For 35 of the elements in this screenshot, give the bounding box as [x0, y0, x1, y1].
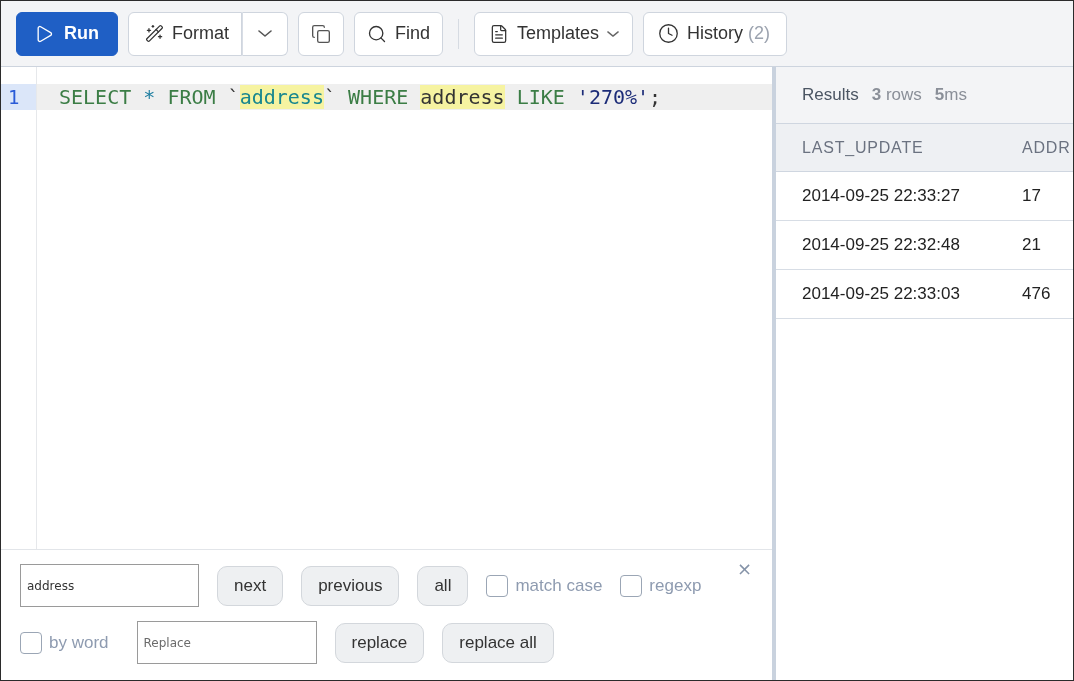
- magic-wand-icon: [145, 24, 164, 43]
- column-header: ADDR: [996, 124, 1073, 172]
- templates-button[interactable]: Templates: [474, 11, 634, 56]
- table-cell: 476: [996, 270, 1073, 319]
- chevron-down-icon: [258, 30, 272, 37]
- replace-field[interactable]: Replace: [136, 621, 317, 664]
- row-count: 3 rows: [871, 85, 922, 105]
- copy-icon: [311, 23, 331, 44]
- table-cell: 2014-09-25 22:32:48: [776, 221, 996, 270]
- table-cell: 2014-09-25 22:33:03: [776, 270, 996, 319]
- run-button[interactable]: Run: [16, 11, 118, 56]
- replace-action-button[interactable]: replace all: [442, 622, 554, 663]
- clock-icon: [658, 23, 680, 44]
- replace-action-button[interactable]: replace: [334, 622, 425, 663]
- search-field[interactable]: address: [20, 564, 199, 607]
- search-icon: [367, 23, 387, 44]
- checkbox[interactable]: [486, 574, 509, 597]
- format-button[interactable]: Format: [128, 11, 242, 56]
- search-action-button[interactable]: all: [417, 565, 469, 606]
- checkbox[interactable]: [20, 631, 42, 654]
- query-duration: 5ms: [934, 85, 967, 105]
- table-cell: 21: [996, 221, 1073, 270]
- column-header: LAST_UPDATE: [776, 124, 996, 172]
- line-number: 1: [1, 84, 36, 110]
- find-button[interactable]: Find: [354, 11, 444, 56]
- format-menu-button[interactable]: [242, 11, 288, 56]
- table-cell: 2014-09-25 22:33:27: [776, 172, 996, 221]
- search-action-button[interactable]: next: [217, 565, 284, 606]
- checkbox[interactable]: [620, 574, 643, 597]
- search-action-button[interactable]: previous: [301, 565, 400, 606]
- results-title: Results: [802, 85, 859, 105]
- history-button[interactable]: History (2): [643, 11, 788, 56]
- copy-button[interactable]: [298, 11, 344, 56]
- table-cell: 17: [996, 172, 1073, 221]
- chevron-down-icon: [607, 30, 620, 37]
